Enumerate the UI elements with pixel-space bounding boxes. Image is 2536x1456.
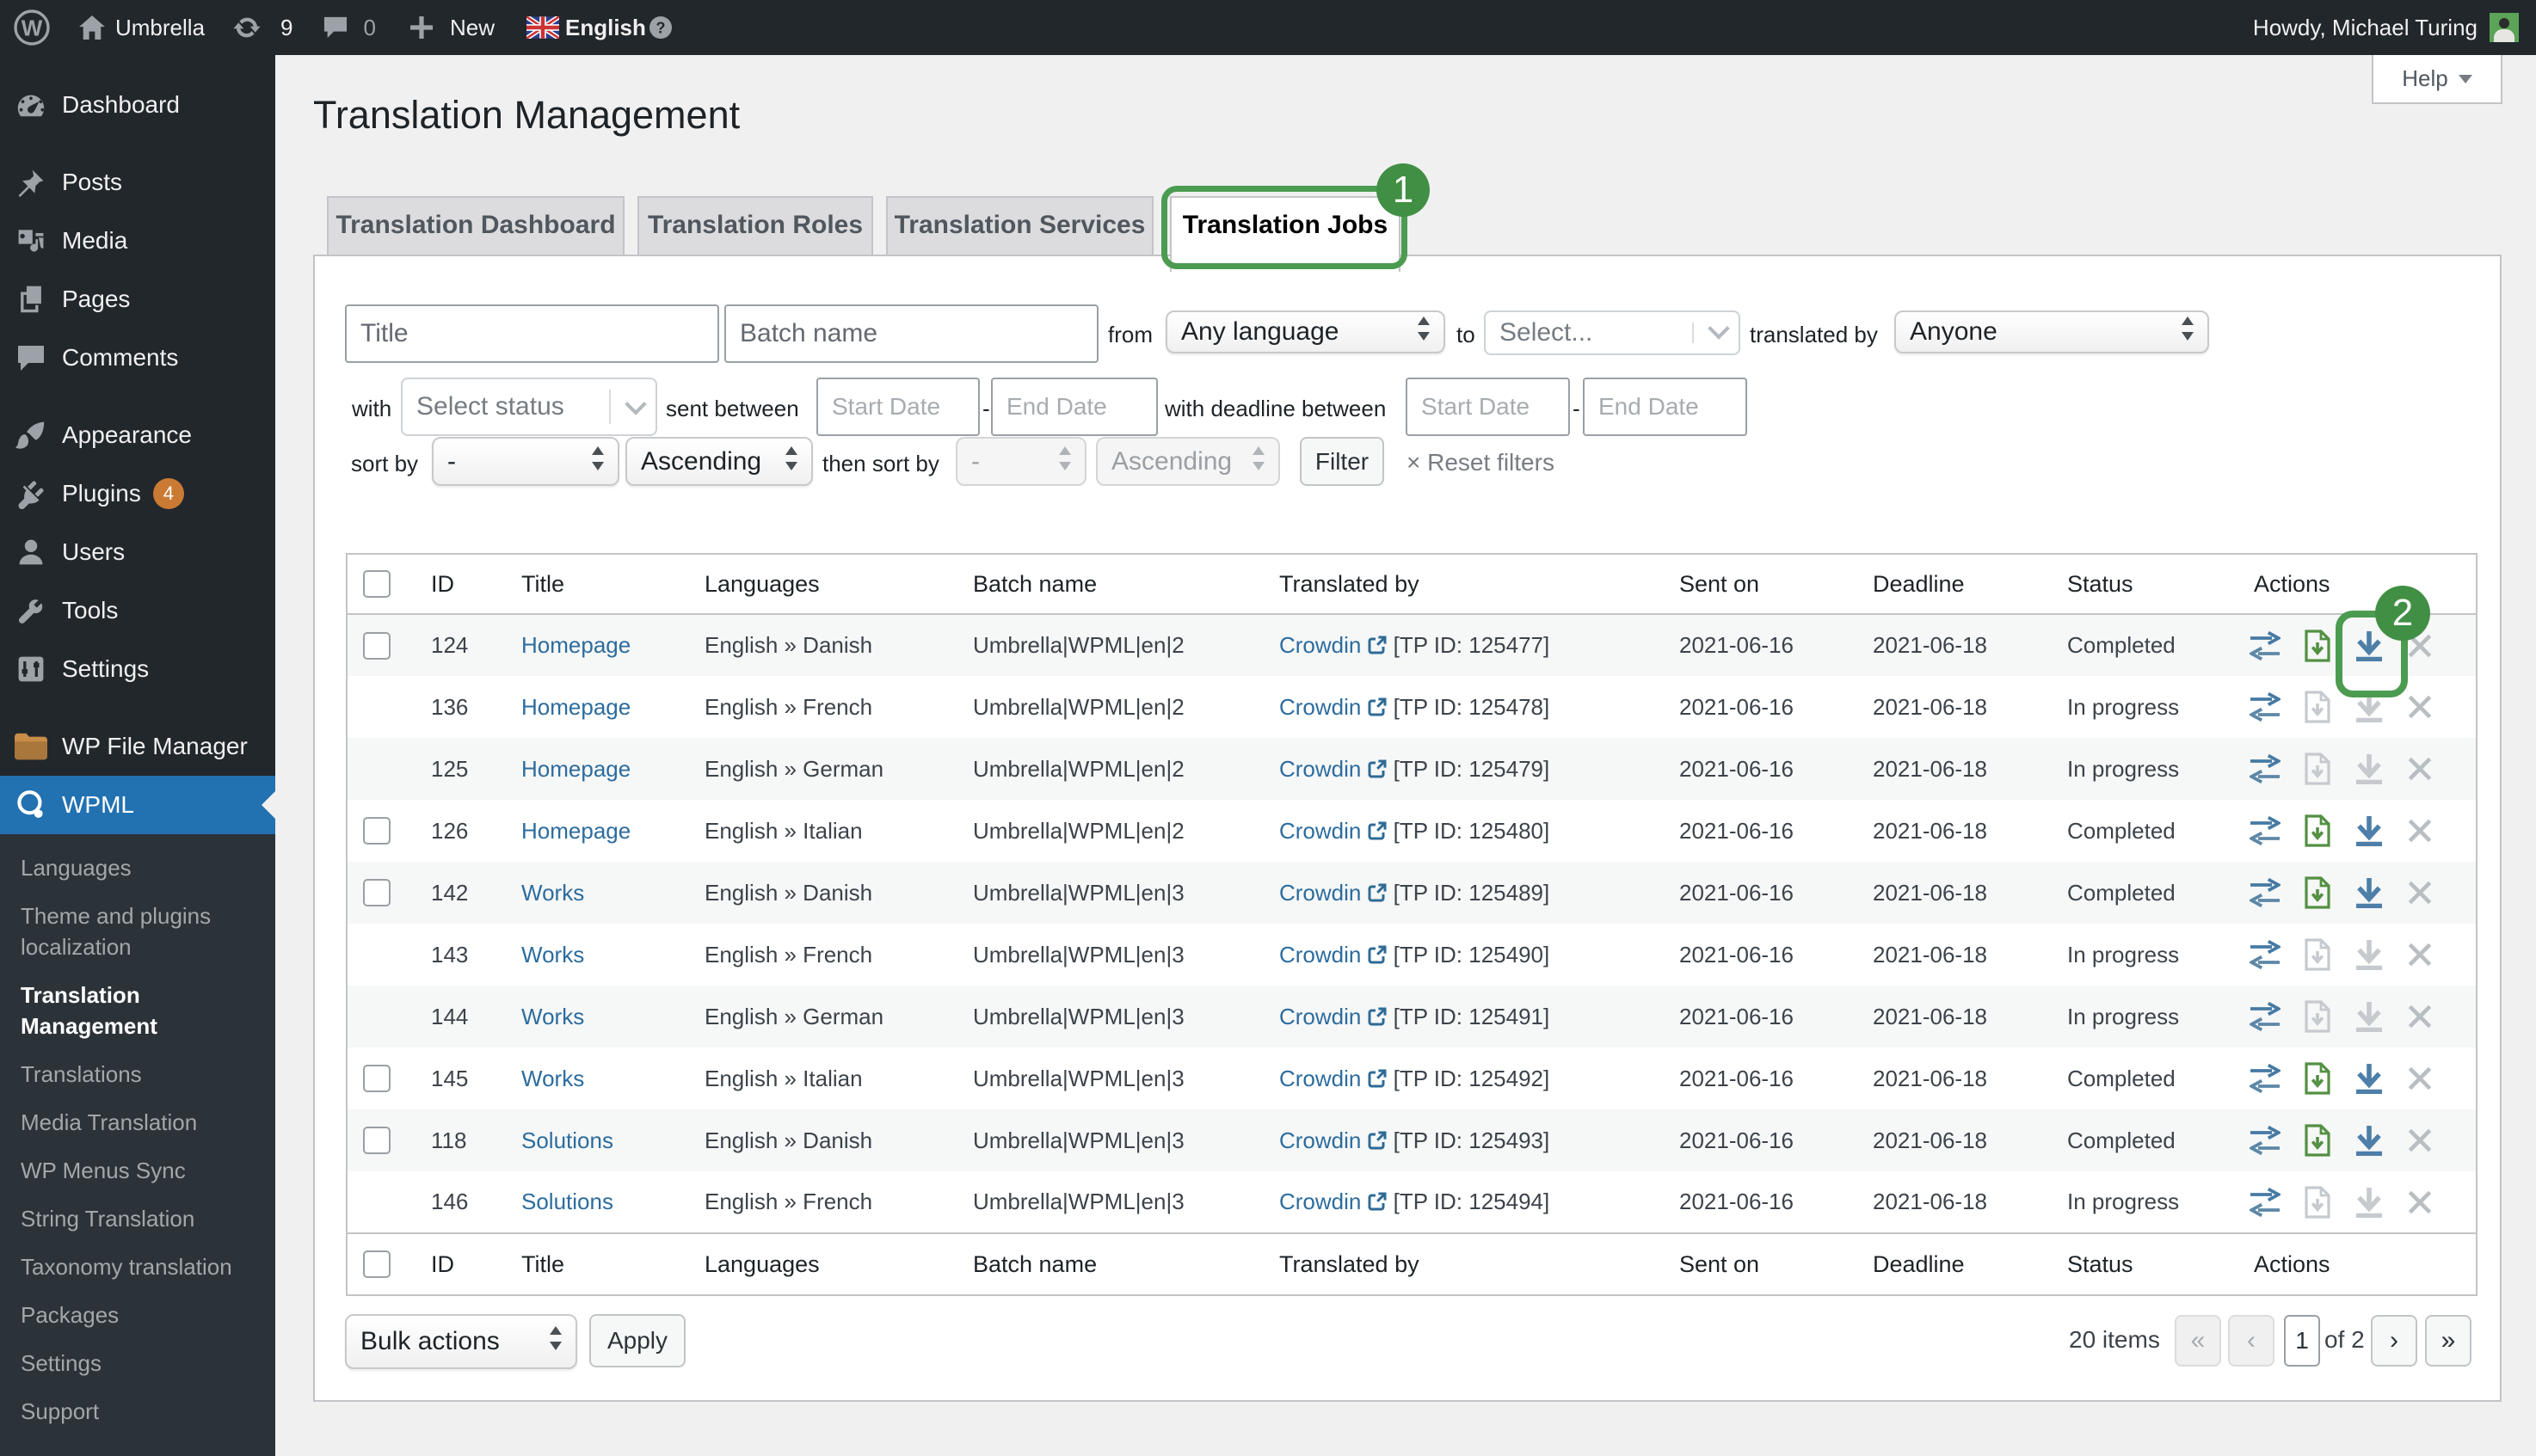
svg-text:W: W — [22, 15, 43, 40]
svg-text:?: ? — [656, 20, 665, 37]
